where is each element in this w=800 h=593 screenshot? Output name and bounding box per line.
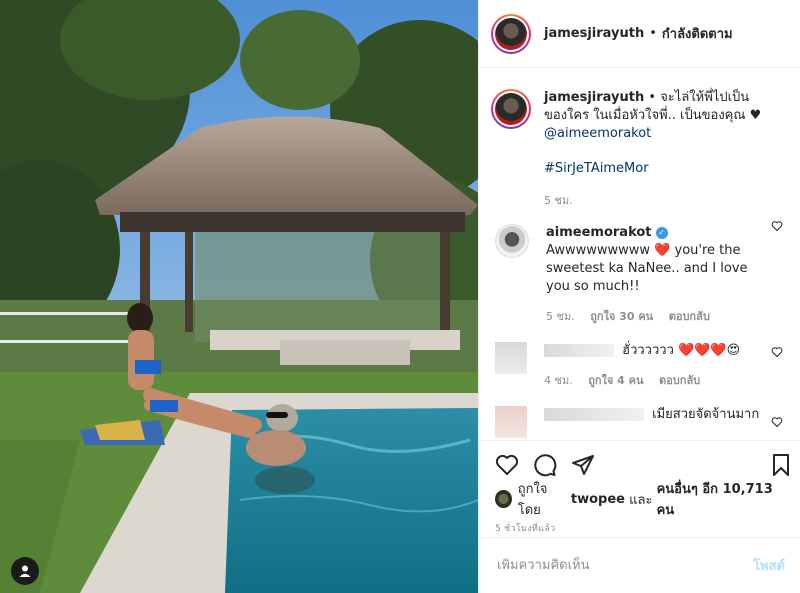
commenter-avatar[interactable] (495, 224, 529, 258)
liked-by-user[interactable]: twopee (571, 492, 625, 507)
comment-text: Awwwwwwwww ❤️ you're the sweetest ka NaN… (546, 243, 748, 294)
liker-avatar[interactable] (495, 490, 512, 508)
caption-time[interactable]: 5 ชม. (544, 194, 573, 207)
commenter-avatar[interactable] (495, 406, 527, 438)
bookmark-icon[interactable] (769, 453, 793, 477)
following-button[interactable]: กำลังติดตาม (662, 23, 733, 44)
verified-badge-icon: ✓ (655, 227, 668, 239)
user-tag-icon (19, 565, 31, 577)
post-header: jamesjirayuth • กำลังติดตาม (479, 0, 800, 68)
post-side-panel: jamesjirayuth • กำลังติดตาม jamesjirayut… (478, 0, 800, 593)
author-avatar[interactable] (491, 13, 531, 54)
comment-likes[interactable]: ถูกใจ 4 คน (588, 374, 643, 387)
comment-text: เมียสวยจัดจ้านมาก (652, 407, 760, 422)
share-icon[interactable] (571, 453, 595, 477)
comment-time[interactable]: 5 ชม. (546, 310, 575, 323)
post-comment-button[interactable]: โพสต์ (753, 555, 785, 576)
liked-by: ถูกใจโดย twopee และ คนอื่นๆ อีก 10,713 ค… (479, 482, 800, 518)
caption-username[interactable]: jamesjirayuth (544, 90, 644, 105)
liked-by-and: และ (629, 492, 653, 508)
comment-like-heart-icon[interactable] (771, 220, 783, 232)
reply-button[interactable]: ตอบกลับ (659, 374, 700, 387)
caption-avatar[interactable] (491, 89, 531, 129)
liked-by-prefix: ถูกใจโดย (517, 482, 548, 518)
comment-icon[interactable] (533, 453, 557, 477)
user-tag-button[interactable] (11, 557, 39, 585)
comment-likes[interactable]: ถูกใจ 30 คน (590, 310, 653, 323)
post-photo[interactable] (0, 0, 478, 593)
reply-button[interactable]: ตอบกลับ (669, 310, 710, 323)
commenter-avatar[interactable] (495, 342, 527, 374)
comment-item: ฮั่วววววว ❤️❤️❤️😍 4 ชม. ถูกใจ 4 คน ตอบกล… (479, 326, 800, 390)
comments-list[interactable]: jamesjirayuth • จะไล่ให้พี่ไปเป็นของใคร … (479, 69, 800, 439)
separator-dot: • (649, 26, 657, 41)
heart-icon[interactable] (495, 453, 519, 477)
post-image (0, 0, 478, 593)
commenter-username[interactable] (544, 408, 644, 421)
comment-like-heart-icon[interactable] (771, 416, 783, 428)
add-comment-bar: โพสต์ (479, 537, 800, 593)
commenter-username[interactable]: aimeemorakot (546, 225, 652, 240)
comment-item: aimeemorakot ✓ Awwwwwwwww ❤️ you're the … (479, 210, 800, 326)
post-actions: ถูกใจโดย twopee และ คนอื่นๆ อีก 10,713 ค… (479, 440, 800, 535)
author-username[interactable]: jamesjirayuth (544, 26, 644, 41)
commenter-username[interactable] (544, 344, 614, 357)
caption-hashtag[interactable]: #SirJeTAimeMor (544, 161, 649, 176)
caption-mention[interactable]: @aimeemorakot (544, 126, 651, 141)
comment-text: ฮั่วววววว ❤️❤️❤️😍 (622, 343, 741, 358)
comment-time[interactable]: 4 ชม. (544, 374, 573, 387)
comment-item: เมียสวยจัดจ้านมาก (479, 390, 800, 438)
comment-input[interactable] (495, 557, 754, 574)
liked-by-others[interactable]: คนอื่นๆ อีก 10,713 คน (657, 478, 785, 520)
caption: jamesjirayuth • จะไล่ให้พี่ไปเป็นของใคร … (479, 69, 800, 210)
comment-like-heart-icon[interactable] (771, 346, 783, 358)
